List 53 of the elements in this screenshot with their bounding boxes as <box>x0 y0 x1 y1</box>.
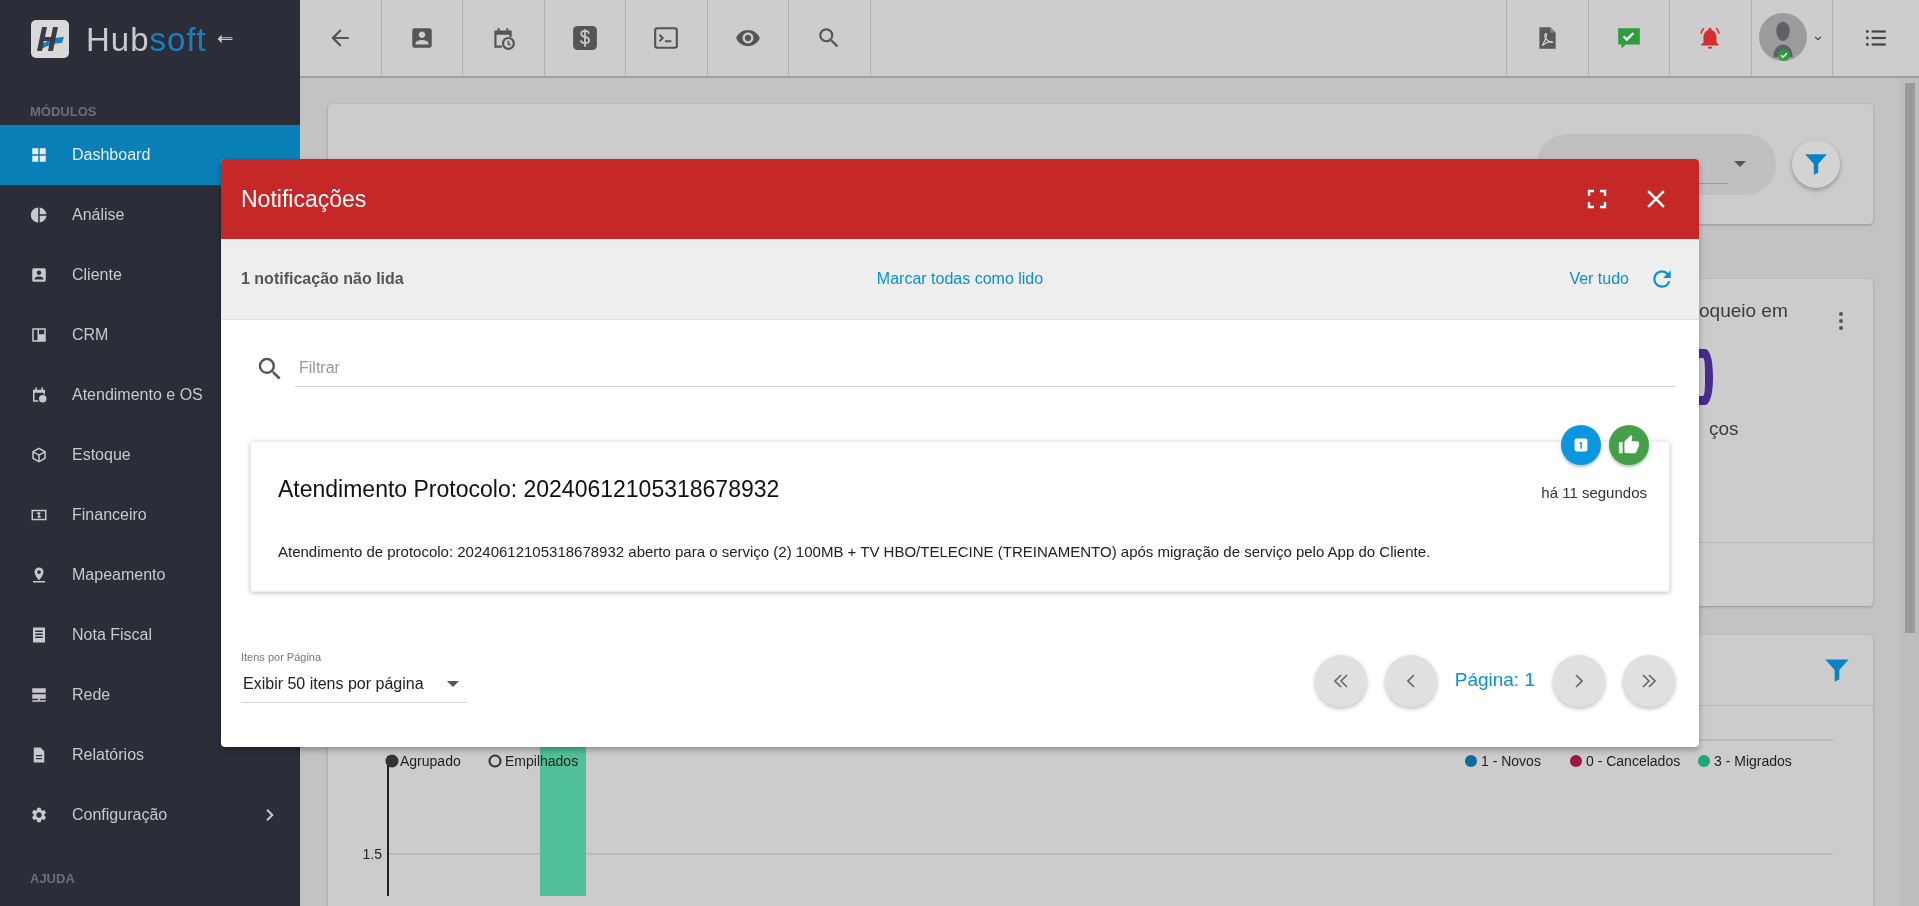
logo-icon <box>30 19 70 59</box>
radio-button[interactable] <box>488 754 502 768</box>
section-heading: AJUDA <box>29 870 76 888</box>
double-chevron-left-icon <box>1333 673 1348 688</box>
grid-icon <box>30 146 48 164</box>
card-heading-text: oqueio em <box>1699 299 1789 323</box>
unread-count-text: 1 notificação não lida <box>241 269 405 289</box>
gear-icon <box>30 806 48 824</box>
receipt-icon <box>30 626 48 644</box>
fullscreen-icon <box>1585 187 1609 211</box>
scrollbar[interactable] <box>1900 78 1919 906</box>
like-button[interactable] <box>1609 425 1649 465</box>
axis-tick-label: 1.5 <box>362 846 382 862</box>
legend-label: 3 - Migrados <box>1714 753 1792 769</box>
terminal-icon <box>653 25 680 51</box>
legend-label: 1 - Novos <box>1481 753 1541 769</box>
last-page-button[interactable] <box>1623 654 1675 707</box>
card-caption-text: ços <box>1709 417 1740 441</box>
sidebar-item[interactable]: Relatórios <box>0 725 300 785</box>
timestamp-text: há 11 segundos <box>1541 483 1647 503</box>
pie-chart-icon <box>30 206 48 224</box>
radio-button[interactable] <box>385 754 399 768</box>
box-icon <box>30 446 48 464</box>
avatar-icon <box>1758 13 1807 63</box>
board-icon <box>30 326 48 344</box>
sidebar-item[interactable]: Configuração <box>0 785 300 845</box>
dollar-icon <box>571 25 598 51</box>
items-per-page-select[interactable]: Exibir 50 itens por página <box>241 665 467 703</box>
double-chevron-right-icon <box>1642 673 1656 688</box>
caret-down-icon <box>447 680 459 687</box>
badge-button[interactable] <box>1561 425 1601 465</box>
logo-text: Hubsoft <box>86 22 207 56</box>
modal-title: Notificações <box>241 184 368 214</box>
filter-button[interactable] <box>1792 140 1840 188</box>
notification-text: Atendimento de protocolo: 20240612105318678932 aberto para o serviço (2) 100MB + TV HBO/TELECINE (TREINAMENTO) após migração de serviço pelo App do Cliente. <box>278 541 1432 562</box>
map-pin-icon <box>30 566 48 584</box>
legend-label: Agrupado <box>400 753 461 769</box>
chevron-left-icon <box>1406 673 1415 688</box>
contact-card-icon <box>30 266 48 284</box>
page-number-text: Página: 1 <box>1454 668 1535 693</box>
calendar-clock-icon <box>30 386 48 404</box>
server-icon <box>30 686 48 704</box>
legend-label: 0 - Cancelados <box>1586 753 1681 769</box>
section-heading: MÓDULOS <box>29 103 98 121</box>
notification-title: Atendimento Protocolo: 20240612105318678932 <box>278 475 780 504</box>
first-page-button[interactable] <box>1314 654 1367 707</box>
value-glyph-fragment <box>1699 347 1713 407</box>
caret-down-icon <box>1734 161 1746 167</box>
chevron-right-icon <box>1575 673 1583 688</box>
field-label: Itens por Página <box>241 650 323 665</box>
chat-check-icon <box>1615 25 1642 51</box>
thumbs-up-icon <box>1618 434 1640 456</box>
filter-icon <box>1803 151 1829 177</box>
